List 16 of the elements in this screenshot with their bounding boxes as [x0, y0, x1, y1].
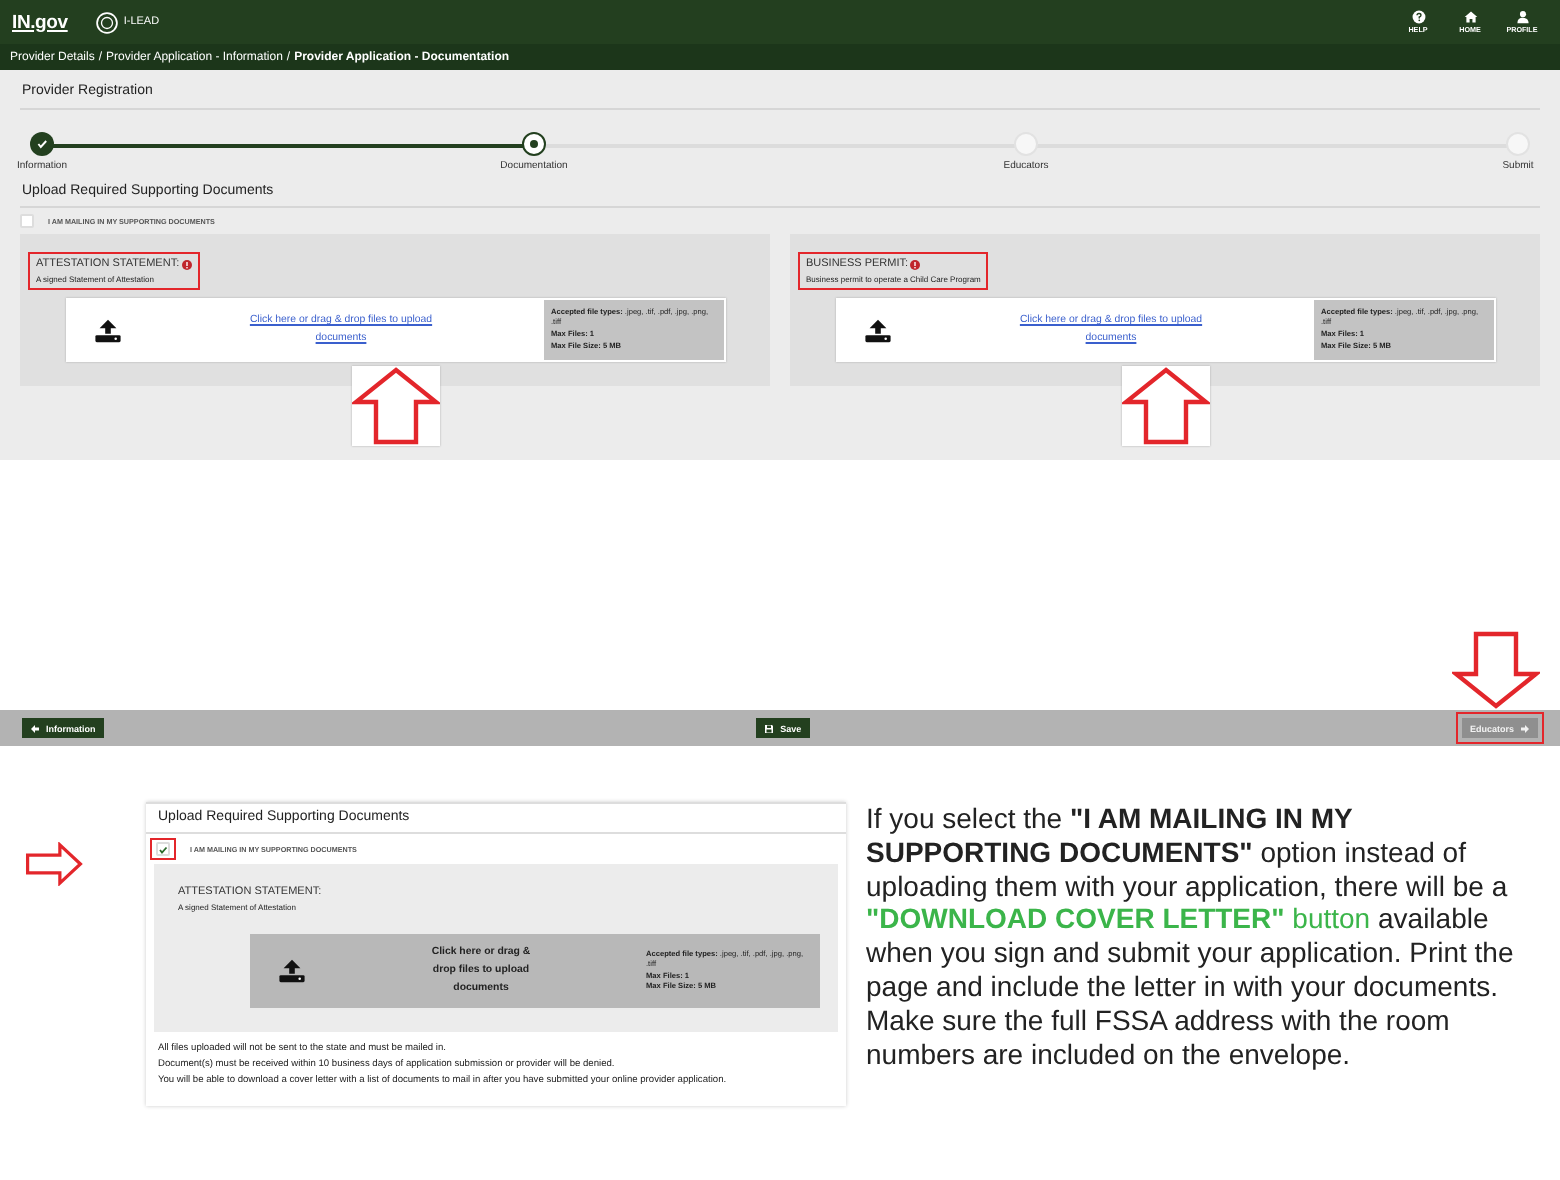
site-logo[interactable]: IN.gov [12, 11, 68, 33]
seal-icon [95, 11, 118, 33]
left-arrow-icon [30, 723, 40, 733]
explanation-text: If you select the "I AM MAILING IN MY SUPPORTING DOCUMENTS" option instead of uploading them with your application, there will be a "DOWNLOAD COVER LETTER" button available when you sign and submit your application. Print the page and include the letter in with your documents. Make sure the full FSSA address with the room numbers are included on the envelope. [866, 802, 1516, 1071]
upload-icon [278, 958, 306, 984]
step-marker[interactable] [30, 132, 54, 156]
check-icon [36, 138, 48, 150]
help-icon [1411, 10, 1425, 24]
step-marker[interactable] [522, 132, 546, 156]
right-arrow-icon [1520, 723, 1530, 733]
checkbox[interactable] [156, 842, 170, 856]
upload-icon [863, 317, 891, 343]
upload-icon [93, 317, 121, 343]
home-icon [1463, 10, 1477, 24]
floppy-disk-icon [764, 723, 775, 733]
person-icon [1515, 10, 1529, 24]
